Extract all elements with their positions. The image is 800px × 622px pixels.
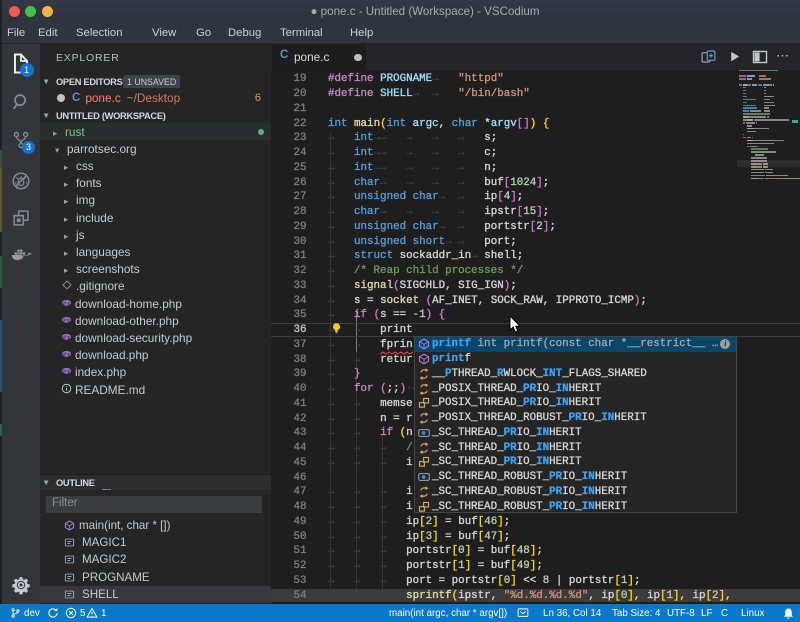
- svg-text:php: php: [63, 317, 71, 322]
- svg-text:php: php: [63, 369, 71, 374]
- svg-text:php: php: [63, 335, 71, 340]
- svg-text:php: php: [63, 352, 71, 357]
- svg-text:php: php: [63, 300, 71, 305]
